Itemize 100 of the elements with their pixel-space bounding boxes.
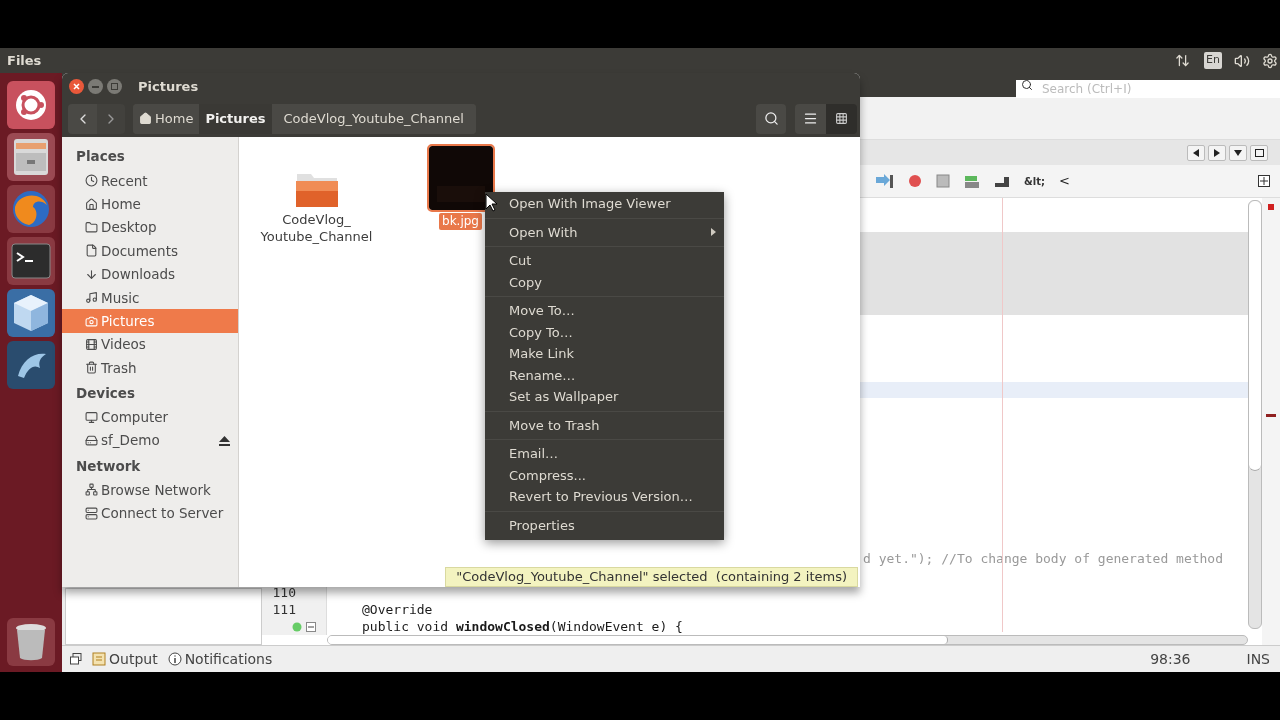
- network-icon: [85, 483, 98, 497]
- dolphin-icon[interactable]: [7, 341, 55, 389]
- triangle-down-icon: [1234, 149, 1242, 156]
- square-icon: [1254, 148, 1264, 157]
- vertical-scrollbar[interactable]: [1248, 200, 1262, 629]
- record-icon: [908, 174, 922, 188]
- globe-icon[interactable]: [7, 185, 55, 233]
- search-icon: [763, 111, 779, 126]
- back-button[interactable]: [68, 103, 97, 134]
- menu-item[interactable]: Copy: [485, 271, 724, 293]
- close-icon: [73, 83, 80, 90]
- toolbar-label[interactable]: <: [1058, 171, 1070, 191]
- menu-item[interactable]: Move to Trash: [485, 414, 724, 436]
- fold-icon[interactable]: [306, 621, 316, 632]
- grid-view-button[interactable]: [826, 103, 857, 134]
- stack-icon: [964, 173, 980, 189]
- logo-icon[interactable]: [7, 81, 55, 129]
- document-icon: [85, 244, 98, 258]
- scroll-right-button[interactable]: [1208, 144, 1226, 161]
- insert-mode: INS: [1246, 649, 1270, 669]
- home-icon: [85, 197, 98, 211]
- output-tab[interactable]: Output: [92, 648, 158, 670]
- menu-item[interactable]: Email…: [485, 443, 724, 465]
- sidebar-item[interactable]: Desktop: [62, 215, 238, 240]
- search-icon: [1021, 79, 1033, 91]
- app-title: Files: [7, 51, 42, 70]
- menu-item[interactable]: Make Link: [485, 343, 724, 365]
- sidebar-item[interactable]: Downloads: [62, 262, 238, 286]
- film-icon: [85, 337, 98, 351]
- scroll-left-button[interactable]: [1187, 144, 1205, 161]
- sidebar-item[interactable]: Home: [62, 192, 238, 216]
- selection-status: "CodeVlog_Youtube_Channel" selected (containing 2 items): [445, 567, 858, 587]
- folder-icon: [85, 220, 98, 234]
- list-view-button[interactable]: [795, 103, 826, 134]
- sidebar-heading: Places: [75, 147, 126, 167]
- sidebar-item[interactable]: Trash: [62, 356, 238, 380]
- folder-icon[interactable]: [294, 171, 339, 208]
- sidebar-item[interactable]: Computer: [62, 405, 238, 429]
- shift-icon: [874, 173, 894, 189]
- restore-icon: [70, 653, 82, 665]
- network-icon[interactable]: [1175, 53, 1191, 68]
- search-button[interactable]: [756, 103, 786, 134]
- code-line: public void windowClosed(WindowEvent e) {: [362, 618, 683, 635]
- triangle-right-icon: [1214, 148, 1220, 157]
- menu-item[interactable]: Revert to Previous Version…: [485, 486, 724, 508]
- code-line: @Override: [362, 601, 433, 618]
- drive-icon: [85, 434, 98, 448]
- bars-icon: [994, 174, 1010, 188]
- menu-item[interactable]: Properties: [485, 514, 724, 536]
- sidebar-item[interactable]: Connect to Server: [62, 501, 238, 526]
- trash-icon[interactable]: [7, 618, 55, 666]
- dropdown-button[interactable]: [1229, 144, 1247, 161]
- search-field[interactable]: Search (Ctrl+I): [1016, 80, 1280, 98]
- notifications-tab[interactable]: Notifications: [167, 648, 273, 670]
- download-icon: [85, 267, 98, 281]
- cabinet-icon[interactable]: [7, 133, 55, 181]
- sidebar-item[interactable]: Browse Network: [62, 478, 238, 502]
- sidebar-heading: Network: [75, 456, 142, 476]
- menu-item[interactable]: Compress...: [485, 464, 724, 486]
- sidebar-item[interactable]: Videos: [62, 332, 238, 357]
- server-icon: [85, 506, 98, 520]
- clock-icon: [85, 174, 98, 188]
- cube-icon[interactable]: [7, 289, 55, 337]
- list-icon: [803, 111, 818, 126]
- grid-icon: [835, 112, 848, 125]
- menu-item[interactable]: Cut: [485, 250, 724, 272]
- horizontal-scrollbar[interactable]: [327, 635, 1248, 645]
- sidebar-item[interactable]: sf_Demo: [62, 428, 238, 453]
- triangle-left-icon: [1193, 148, 1199, 157]
- monitor-icon: [85, 410, 98, 424]
- sidebar-item[interactable]: Music: [62, 285, 238, 310]
- output-icon: [92, 652, 106, 666]
- menu-item[interactable]: Open With: [485, 221, 724, 243]
- cursor-icon: [485, 193, 498, 212]
- toolbar-label[interactable]: &lt;: [1024, 173, 1045, 189]
- close-button[interactable]: [69, 79, 84, 94]
- menu-item[interactable]: Rename…: [485, 364, 724, 386]
- info-icon: [167, 652, 182, 666]
- sidebar-item[interactable]: Documents: [62, 239, 238, 263]
- settings-icon[interactable]: [1262, 52, 1278, 69]
- music-icon: [85, 291, 98, 305]
- cursor-position: 98:36: [1150, 649, 1191, 669]
- line-number: 111: [272, 601, 296, 618]
- menu-item[interactable]: Move To…: [485, 300, 724, 322]
- error-marker[interactable]: [1266, 414, 1276, 417]
- menu-item[interactable]: Set as Wallpaper: [485, 386, 724, 408]
- camera-icon: [85, 314, 98, 328]
- file-name[interactable]: CodeVlog_ Youtube_Channel: [257, 211, 376, 245]
- menu-item[interactable]: Copy To…: [485, 321, 724, 343]
- terminal-icon[interactable]: [7, 237, 55, 285]
- path-button[interactable]: Pictures: [199, 103, 272, 134]
- sidebar-item[interactable]: Recent: [62, 169, 238, 193]
- maximize-button[interactable]: [1250, 144, 1268, 161]
- maximize-icon: [111, 83, 118, 90]
- volume-icon[interactable]: [1234, 52, 1250, 69]
- error-marker[interactable]: [1268, 204, 1274, 210]
- line-number: 110: [272, 584, 296, 601]
- expand-icon: [1258, 175, 1270, 187]
- eject-icon[interactable]: [219, 435, 230, 446]
- keyboard-indicator[interactable]: En: [1204, 52, 1222, 69]
